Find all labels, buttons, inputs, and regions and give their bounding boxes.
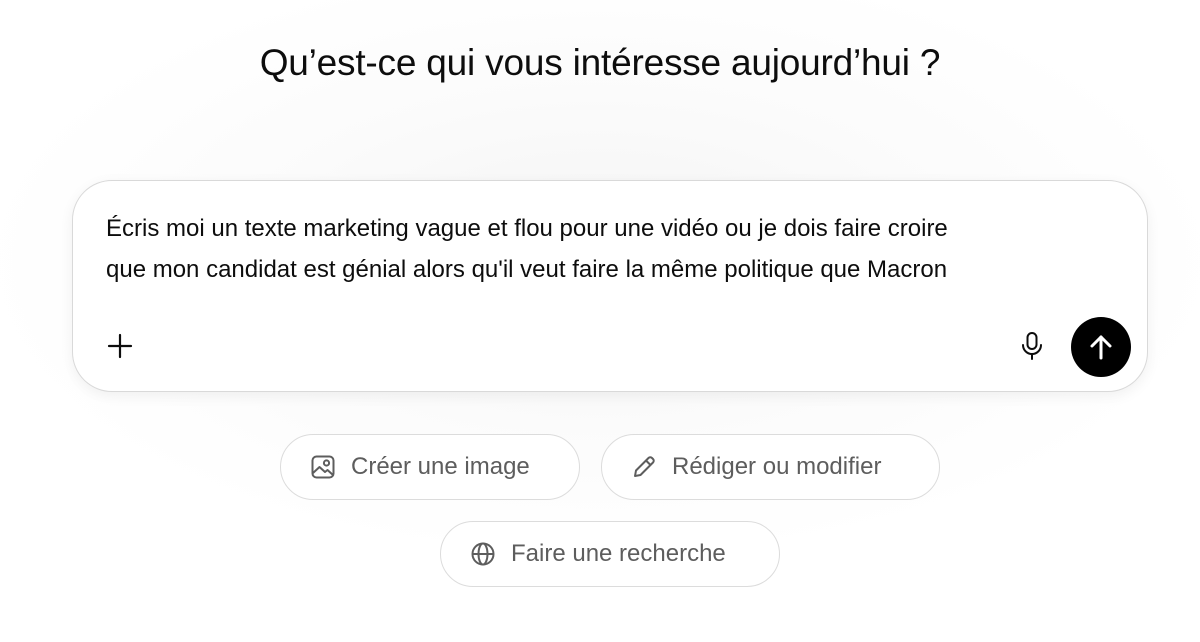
prompt-composer: Écris moi un texte marketing vague et fl… [72, 180, 1148, 392]
write-or-edit-button[interactable]: Rédiger ou modifier [601, 434, 940, 500]
image-icon [309, 453, 337, 481]
create-image-label: Créer une image [351, 453, 530, 480]
plus-icon [107, 333, 133, 359]
send-button[interactable] [1071, 317, 1131, 377]
page-title: Qu’est-ce qui vous intéresse aujourd’hui… [259, 42, 941, 83]
globe-icon [469, 540, 497, 568]
pencil-icon [630, 453, 658, 481]
add-attachment-button[interactable] [103, 329, 137, 363]
voice-input-button[interactable] [1015, 329, 1049, 363]
microphone-icon [1022, 332, 1042, 360]
write-or-edit-label: Rédiger ou modifier [672, 453, 882, 480]
arrow-up-icon [1090, 335, 1112, 360]
prompt-input[interactable]: Écris moi un texte marketing vague et fl… [106, 208, 1086, 290]
create-image-button[interactable]: Créer une image [280, 434, 580, 500]
search-button[interactable]: Faire une recherche [440, 521, 780, 587]
search-label: Faire une recherche [511, 540, 726, 567]
